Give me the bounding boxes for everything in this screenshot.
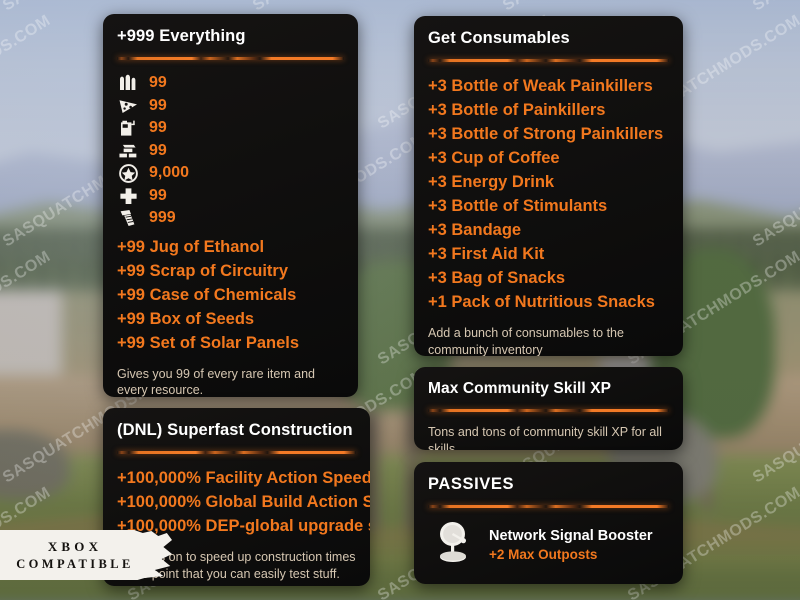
passive-effect: +2 Max Outposts (489, 546, 598, 562)
passive-entry[interactable]: Network Signal Booster +2 Max Outposts (428, 520, 669, 569)
construction-effect: +100,000% Facility Action Speed (117, 469, 370, 487)
resource-value: 99 (149, 119, 167, 137)
divider (428, 409, 669, 412)
consumable-item: +3 First Aid Kit (428, 245, 545, 263)
consumable-item: +1 Pack of Nutritious Snacks (428, 293, 655, 311)
divider (117, 57, 344, 60)
parts-icon (117, 208, 140, 228)
panel-everything-description: Gives you 99 of every rare item and ever… (117, 366, 316, 398)
rare-item: +99 Jug of Ethanol (117, 237, 265, 256)
resource-row: 99 (117, 72, 344, 95)
resource-row: 99 (117, 185, 344, 208)
badge-line-2: COMPATIBLE (16, 556, 134, 571)
badge-line-1: XBOX (47, 538, 103, 554)
resource-value: 99 (149, 74, 167, 92)
panel-consumables-title: Get Consumables (428, 29, 570, 47)
panel-passives[interactable]: PASSIVES Network Signal Booster +2 Max O… (414, 462, 683, 584)
panel-passives-title: PASSIVES (428, 475, 515, 493)
influence-icon (117, 163, 140, 183)
consumable-item: +3 Bottle of Weak Painkillers (428, 77, 653, 95)
panel-skillxp-description: Tons and tons of community skill XP for … (428, 425, 662, 450)
panel-consumables-description: Add a bunch of consumables to the commun… (428, 326, 624, 356)
panel-construction-title: (DNL) Superfast Construction (117, 421, 353, 439)
food-icon (117, 96, 140, 116)
resource-row: 999 (117, 207, 344, 230)
rare-item: +99 Case of Chemicals (117, 285, 297, 304)
resource-list: 99 99 99 99 9,000 99 999 (117, 72, 344, 230)
divider (428, 59, 669, 62)
resource-value: 99 (149, 141, 167, 159)
panel-everything-title: +999 Everything (117, 27, 246, 45)
rare-item: +99 Scrap of Circuitry (117, 261, 289, 280)
panel-everything[interactable]: +999 Everything 99 99 99 99 9,000 99 999… (103, 14, 358, 397)
panel-max-community-skill-xp[interactable]: Max Community Skill XP Tons and tons of … (414, 367, 683, 450)
resource-value: 99 (149, 96, 167, 114)
resource-value: 9,000 (149, 164, 190, 182)
consumable-item: +3 Bag of Snacks (428, 269, 566, 287)
resource-row: 99 (117, 140, 344, 163)
construction-effect: +100,000% Global Build Action Speed (117, 493, 370, 511)
consumable-item: +3 Cup of Coffee (428, 149, 560, 167)
rare-item: +99 Box of Seeds (117, 309, 255, 328)
screenshot-root: SASQUATCHMODS.COM SASQUATCHMODS.COM SASQUA… (0, 0, 800, 600)
consumable-item: +3 Bottle of Stimulants (428, 197, 608, 215)
resource-row: 9,000 (117, 162, 344, 185)
divider (117, 451, 356, 454)
construction-effect-list: +100,000% Facility Action Speed +100,000… (117, 466, 370, 538)
xbox-compatible-badge: XBOX COMPATIBLE (0, 530, 172, 580)
consumable-item: +3 Bottle of Strong Painkillers (428, 125, 664, 143)
meds-icon (117, 186, 140, 206)
rare-item-list: +99 Jug of Ethanol +99 Scrap of Circuitr… (117, 235, 344, 355)
panel-get-consumables[interactable]: Get Consumables +3 Bottle of Weak Painki… (414, 16, 683, 356)
fuel-icon (117, 118, 140, 138)
passive-name: Network Signal Booster (489, 527, 653, 544)
panel-skillxp-title: Max Community Skill XP (428, 380, 612, 397)
consumable-list: +3 Bottle of Weak Painkillers +3 Bottle … (428, 74, 669, 314)
resource-row: 99 (117, 95, 344, 118)
consumable-item: +3 Bottle of Painkillers (428, 101, 606, 119)
resource-row: 99 (117, 117, 344, 140)
ammo-icon (117, 73, 140, 93)
consumable-item: +3 Energy Drink (428, 173, 555, 191)
satellite-dish-icon (436, 520, 476, 569)
resource-value: 999 (149, 209, 176, 227)
resource-value: 99 (149, 186, 167, 204)
divider (428, 505, 669, 508)
consumable-item: +3 Bandage (428, 221, 522, 239)
passive-text: Network Signal Booster +2 Max Outposts (489, 528, 653, 562)
materials-icon (117, 141, 140, 161)
rare-item: +99 Set of Solar Panels (117, 333, 300, 352)
